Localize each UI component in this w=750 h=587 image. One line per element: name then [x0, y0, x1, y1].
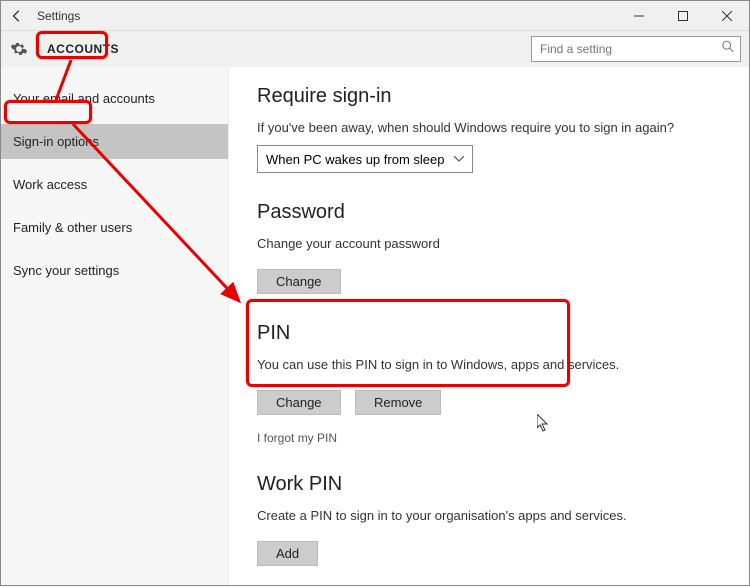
password-section: Password Change your account password Ch…: [257, 201, 721, 294]
sidebar-item-label: Sync your settings: [13, 263, 119, 278]
body: Your email and accounts Sign-in options …: [1, 67, 749, 585]
minimize-button[interactable]: [617, 1, 661, 31]
require-signin-select[interactable]: When PC wakes up from sleep: [257, 145, 473, 173]
select-value: When PC wakes up from sleep: [266, 152, 444, 167]
work-pin-add-button[interactable]: Add: [257, 541, 318, 566]
sidebar-item-sync-settings[interactable]: Sync your settings: [1, 253, 228, 288]
sidebar-item-label: Family & other users: [13, 220, 132, 235]
work-pin-heading: Work PIN: [257, 473, 721, 496]
content: Require sign-in If you've been away, whe…: [229, 67, 749, 585]
sidebar-item-label: Work access: [13, 177, 87, 192]
breadcrumb[interactable]: ACCOUNTS: [39, 38, 127, 60]
require-signin-desc: If you've been away, when should Windows…: [257, 120, 721, 135]
pin-forgot-link[interactable]: I forgot my PIN: [257, 431, 721, 445]
password-desc: Change your account password: [257, 236, 721, 251]
password-change-button[interactable]: Change: [257, 269, 341, 294]
sidebar-item-label: Your email and accounts: [13, 91, 155, 106]
pin-section: PIN You can use this PIN to sign in to W…: [257, 322, 721, 445]
search-wrap: [531, 36, 741, 62]
back-button[interactable]: [1, 1, 33, 31]
search-input[interactable]: [531, 36, 741, 62]
sidebar: Your email and accounts Sign-in options …: [1, 67, 229, 585]
work-pin-desc: Create a PIN to sign in to your organisa…: [257, 508, 721, 523]
pin-heading: PIN: [257, 322, 721, 345]
gear-icon: [9, 39, 29, 59]
pin-desc: You can use this PIN to sign in to Windo…: [257, 357, 721, 372]
sidebar-item-label: Sign-in options: [13, 134, 99, 149]
window-title: Settings: [33, 9, 80, 23]
maximize-button[interactable]: [661, 1, 705, 31]
sidebar-item-family-users[interactable]: Family & other users: [1, 210, 228, 245]
window-controls: [617, 1, 749, 31]
password-heading: Password: [257, 201, 721, 224]
search-icon: [721, 40, 735, 59]
sidebar-item-work-access[interactable]: Work access: [1, 167, 228, 202]
chevron-down-icon: [454, 154, 464, 165]
sidebar-item-email-accounts[interactable]: Your email and accounts: [1, 81, 228, 116]
require-signin-heading: Require sign-in: [257, 85, 721, 108]
pin-change-button[interactable]: Change: [257, 390, 341, 415]
titlebar: Settings: [1, 1, 749, 31]
pin-remove-button[interactable]: Remove: [355, 390, 441, 415]
work-pin-section: Work PIN Create a PIN to sign in to your…: [257, 473, 721, 566]
toolbar: ACCOUNTS: [1, 31, 749, 67]
close-button[interactable]: [705, 1, 749, 31]
sidebar-item-signin-options[interactable]: Sign-in options: [1, 124, 228, 159]
